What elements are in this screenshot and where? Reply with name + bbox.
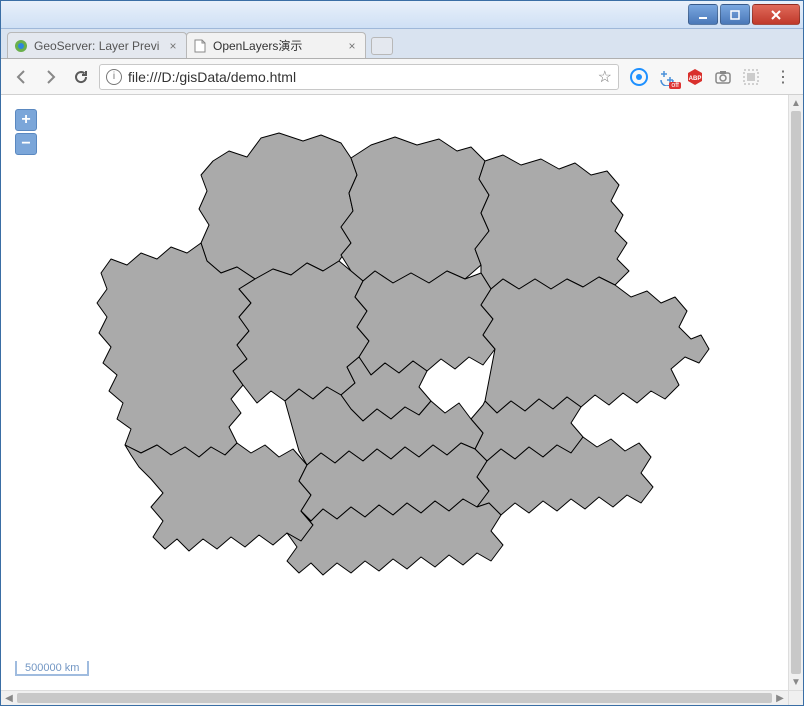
zoom-out-button[interactable]: − — [15, 133, 37, 155]
map-canvas[interactable]: + − 500000 km — [1, 95, 788, 690]
tab-label: OpenLayers演示 — [213, 37, 345, 54]
scroll-thumb[interactable] — [17, 693, 772, 703]
file-favicon-icon — [193, 39, 207, 53]
bookmark-star-icon[interactable]: ☆ — [598, 67, 612, 87]
blocked-ext-icon[interactable] — [741, 67, 761, 87]
scroll-track[interactable] — [789, 111, 803, 674]
browser-menu-button[interactable]: ⋮ — [771, 65, 795, 89]
geoserver-favicon-icon — [14, 39, 28, 53]
site-info-icon[interactable]: i — [106, 69, 122, 85]
scale-line: 500000 km — [15, 661, 89, 676]
region-east — [481, 277, 709, 413]
window-titlebar — [1, 1, 803, 29]
region-west — [97, 243, 255, 457]
scroll-thumb[interactable] — [791, 111, 801, 674]
region-center — [355, 271, 495, 375]
horizontal-scrollbar[interactable]: ◀ ▶ — [1, 690, 788, 705]
close-button[interactable] — [752, 4, 800, 25]
address-bar: i file:///D:/gisData/demo.html ☆ off ABP… — [1, 59, 803, 95]
region-center-west — [233, 261, 369, 403]
ext-badge: off — [669, 82, 681, 89]
tab-close-icon[interactable]: × — [166, 39, 180, 53]
url-input[interactable]: i file:///D:/gisData/demo.html ☆ — [99, 64, 619, 90]
zoom-in-button[interactable]: + — [15, 109, 37, 131]
page-viewport: + − 500000 km ▲ ▼ ◀ ▶ — [1, 95, 803, 705]
map-layer — [51, 103, 731, 663]
scroll-track[interactable] — [17, 691, 772, 705]
tab-openlayers-demo[interactable]: OpenLayers演示 × — [186, 32, 366, 58]
scroll-right-icon[interactable]: ▶ — [772, 691, 788, 705]
tab-geoserver[interactable]: GeoServer: Layer Previ × — [7, 32, 187, 58]
forward-button[interactable] — [39, 65, 63, 89]
scroll-up-icon[interactable]: ▲ — [789, 95, 803, 111]
zoom-controls: + − — [15, 109, 37, 157]
reload-button[interactable] — [69, 65, 93, 89]
svg-text:ABP: ABP — [689, 76, 702, 82]
region-northeast — [475, 155, 629, 289]
tab-close-icon[interactable]: × — [345, 39, 359, 53]
screenshot-ext-icon[interactable] — [713, 67, 733, 87]
vertical-scrollbar[interactable]: ▲ ▼ — [788, 95, 803, 690]
browser-window: GeoServer: Layer Previ × OpenLayers演示 × … — [0, 0, 804, 706]
region-southwest — [125, 443, 313, 551]
extension-tray: off ABP — [625, 67, 765, 87]
adblock-ext-icon[interactable]: ABP — [685, 67, 705, 87]
region-northwest — [199, 133, 357, 279]
translate-ext-icon[interactable]: off — [657, 67, 677, 87]
scroll-down-icon[interactable]: ▼ — [789, 674, 803, 690]
scroll-corner — [788, 690, 803, 705]
url-text: file:///D:/gisData/demo.html — [128, 69, 592, 85]
qq-browser-ext-icon[interactable] — [629, 67, 649, 87]
region-north — [341, 137, 489, 283]
new-tab-button[interactable] — [371, 37, 393, 55]
maximize-button[interactable] — [720, 4, 750, 25]
minimize-button[interactable] — [688, 4, 718, 25]
back-button[interactable] — [9, 65, 33, 89]
region-center-inner — [341, 357, 431, 421]
tab-strip: GeoServer: Layer Previ × OpenLayers演示 × — [1, 29, 803, 59]
tab-label: GeoServer: Layer Previ — [34, 39, 166, 53]
scroll-left-icon[interactable]: ◀ — [1, 691, 17, 705]
